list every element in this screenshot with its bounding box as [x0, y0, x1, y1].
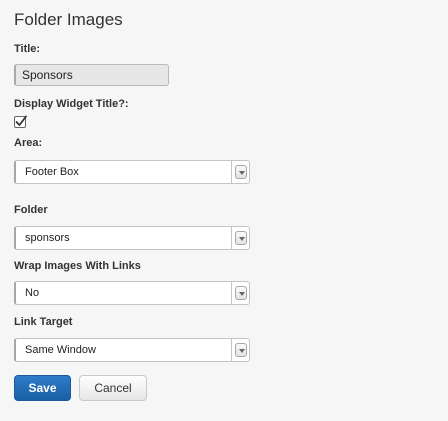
area-select-value: Footer Box [25, 166, 79, 178]
chevron-down-icon [239, 171, 245, 175]
cancel-button[interactable]: Cancel [79, 375, 147, 401]
select-divider [231, 338, 232, 362]
title-label: Title: [14, 43, 41, 55]
chevron-down-icon [239, 237, 245, 241]
area-dropdown-button[interactable] [235, 165, 247, 179]
title-input[interactable] [14, 64, 169, 86]
wrap-links-label: Wrap Images With Links [14, 260, 141, 272]
link-target-select[interactable]: Same Window [14, 338, 250, 362]
chevron-down-icon [239, 292, 245, 296]
folder-label: Folder [14, 204, 48, 216]
wrap-links-select-value: No [25, 287, 40, 299]
folder-dropdown-button[interactable] [235, 231, 247, 245]
link-target-label: Link Target [14, 316, 73, 328]
display-title-label: Display Widget Title?: [14, 98, 129, 110]
select-divider [231, 160, 232, 184]
link-target-select-value: Same Window [25, 344, 96, 356]
wrap-links-select[interactable]: No [14, 281, 250, 305]
wrap-links-dropdown-button[interactable] [235, 286, 247, 300]
folder-select-value: sponsors [25, 232, 70, 244]
chevron-down-icon [239, 349, 245, 353]
folder-select[interactable]: sponsors [14, 226, 250, 250]
select-divider [231, 281, 232, 305]
display-title-checkbox[interactable] [14, 115, 27, 128]
area-select[interactable]: Footer Box [14, 160, 250, 184]
check-icon [15, 115, 27, 126]
widget-heading: Folder Images [14, 10, 123, 29]
select-divider [231, 226, 232, 250]
link-target-dropdown-button[interactable] [235, 343, 247, 357]
folder-images-widget-form: Folder Images Title: Display Widget Titl… [0, 0, 448, 421]
area-label: Area: [14, 137, 43, 149]
save-button[interactable]: Save [14, 375, 71, 401]
